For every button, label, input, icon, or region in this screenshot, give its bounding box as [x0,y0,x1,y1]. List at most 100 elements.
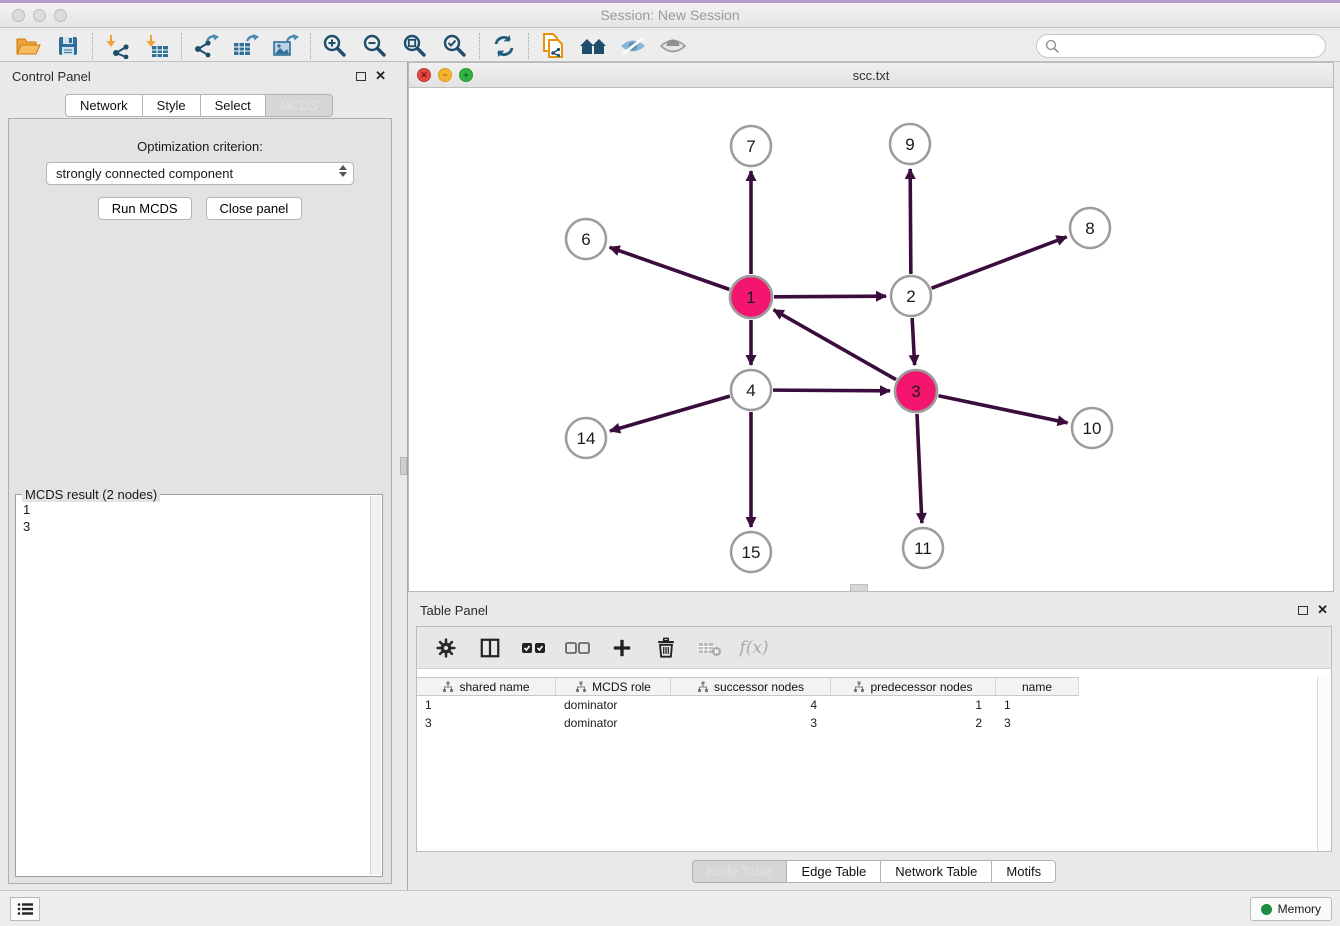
horizontal-splitter-handle[interactable] [850,584,868,592]
graph-node-6[interactable]: 6 [566,219,606,259]
deselect-all-checkboxes-icon[interactable] [561,633,595,663]
tab-network-table[interactable]: Network Table [881,860,992,883]
table-row[interactable]: 1dominator411 [417,696,1317,714]
table-cell[interactable]: 3 [671,714,831,732]
table-body: 1dominator4113dominator323 [417,696,1317,732]
open-session-icon[interactable] [8,32,48,60]
criterion-value: strongly connected component [56,166,233,181]
save-session-icon[interactable] [48,32,88,60]
graph-node-2[interactable]: 2 [891,276,931,316]
graph-edge-2-3[interactable] [912,318,914,365]
split-columns-icon[interactable] [473,633,507,663]
home-icon[interactable] [573,32,613,60]
settings-icon[interactable] [429,633,463,663]
search-input[interactable] [1060,36,1325,56]
table-scrollbar[interactable] [1317,677,1331,851]
close-table-panel-icon[interactable]: ✕ [1317,605,1328,615]
clone-network-icon[interactable] [533,32,573,60]
table-cell[interactable]: 4 [671,696,831,714]
criterion-select[interactable]: strongly connected component [46,162,354,185]
tab-style[interactable]: Style [143,94,201,117]
graph-node-9[interactable]: 9 [890,124,930,164]
graph-node-label: 8 [1085,219,1094,238]
zoom-in-icon[interactable] [315,32,355,60]
zoom-fit-icon[interactable] [395,32,435,60]
select-all-checkboxes-icon[interactable] [517,633,551,663]
task-history-button[interactable] [10,897,40,921]
memory-button[interactable]: Memory [1250,897,1332,921]
function-builder-icon[interactable]: f(x) [737,633,771,663]
column-header-successor-nodes[interactable]: successor nodes [671,677,831,696]
tab-network[interactable]: Network [65,94,143,117]
graph-node-8[interactable]: 8 [1070,208,1110,248]
table-cell[interactable]: dominator [556,714,671,732]
close-panel-button[interactable]: Close panel [206,197,303,220]
graph-node-1[interactable]: 1 [730,276,772,318]
table-cell[interactable]: 1 [831,696,996,714]
graph-edge-1-2[interactable] [774,296,886,297]
zoom-out-icon[interactable] [355,32,395,60]
graph-node-15[interactable]: 15 [731,532,771,572]
graph-edge-4-3[interactable] [773,390,890,391]
network-canvas[interactable]: 1 2 3 4 6 7 8 9 10 11 14 15 [409,88,1333,591]
import-network-icon[interactable] [97,32,137,60]
search-field[interactable] [1036,34,1326,58]
import-table-icon[interactable] [137,32,177,60]
table-cell[interactable]: 2 [831,714,996,732]
float-table-panel-icon[interactable] [1298,606,1308,615]
tab-motifs[interactable]: Motifs [992,860,1056,883]
main-toolbar [0,31,1340,62]
table-cell[interactable]: 1 [417,696,556,714]
network-title: scc.txt [409,68,1333,83]
delete-table-icon[interactable] [693,633,727,663]
graph-edge-1-6[interactable] [610,247,730,289]
close-panel-icon[interactable]: ✕ [375,71,386,81]
table-cell[interactable]: 3 [417,714,556,732]
run-mcds-button[interactable]: Run MCDS [98,197,192,220]
graph-node-3[interactable]: 3 [895,370,937,412]
export-table-icon[interactable] [226,32,266,60]
column-header-name[interactable]: name [996,677,1079,696]
column-header-predecessor-nodes[interactable]: predecessor nodes [831,677,996,696]
delete-column-icon[interactable] [649,633,683,663]
float-panel-icon[interactable] [356,72,366,81]
tab-edge-table[interactable]: Edge Table [787,860,881,883]
graph-edge-3-1[interactable] [774,310,896,380]
graph-node-10[interactable]: 10 [1072,408,1112,448]
table-cell[interactable]: dominator [556,696,671,714]
graph-edge-4-14[interactable] [610,396,730,431]
tab-mcds[interactable]: MCDS [266,94,333,117]
graph[interactable]: 1 2 3 4 6 7 8 9 10 11 14 15 [409,88,1333,591]
show-all-icon[interactable] [653,32,693,60]
toolbar-separator [310,33,311,59]
zoom-selected-icon[interactable] [435,32,475,60]
graph-node-label: 1 [746,288,755,307]
refresh-icon[interactable] [484,32,524,60]
graph-edge-3-11[interactable] [917,414,922,523]
table-cell[interactable]: 1 [996,696,1079,714]
node-table[interactable]: shared nameMCDS rolesuccessor nodesprede… [417,677,1317,851]
add-column-icon[interactable] [605,633,639,663]
table-row[interactable]: 3dominator323 [417,714,1317,732]
hide-selected-icon[interactable] [613,32,653,60]
network-window-titlebar[interactable]: ✕ − + scc.txt [409,63,1333,88]
graph-node-4[interactable]: 4 [731,370,771,410]
table-cell[interactable]: 3 [996,714,1079,732]
tab-node-table[interactable]: Node Table [692,860,788,883]
graph-node-label: 3 [911,382,920,401]
column-header-mcds-role[interactable]: MCDS role [556,677,671,696]
tab-select[interactable]: Select [201,94,266,117]
splitter-handle[interactable] [400,457,407,475]
graph-node-7[interactable]: 7 [731,126,771,166]
graph-edge-2-8[interactable] [932,237,1067,288]
vertical-splitter[interactable] [398,62,408,890]
export-image-icon[interactable] [266,32,306,60]
graph-node-14[interactable]: 14 [566,418,606,458]
result-scrollbar[interactable] [370,496,381,875]
graph-edge-2-9[interactable] [910,169,911,274]
export-network-icon[interactable] [186,32,226,60]
criterion-label: Optimization criterion: [9,139,391,154]
column-header-shared-name[interactable]: shared name [417,677,556,696]
graph-edge-3-10[interactable] [939,396,1068,423]
graph-node-11[interactable]: 11 [903,528,943,568]
